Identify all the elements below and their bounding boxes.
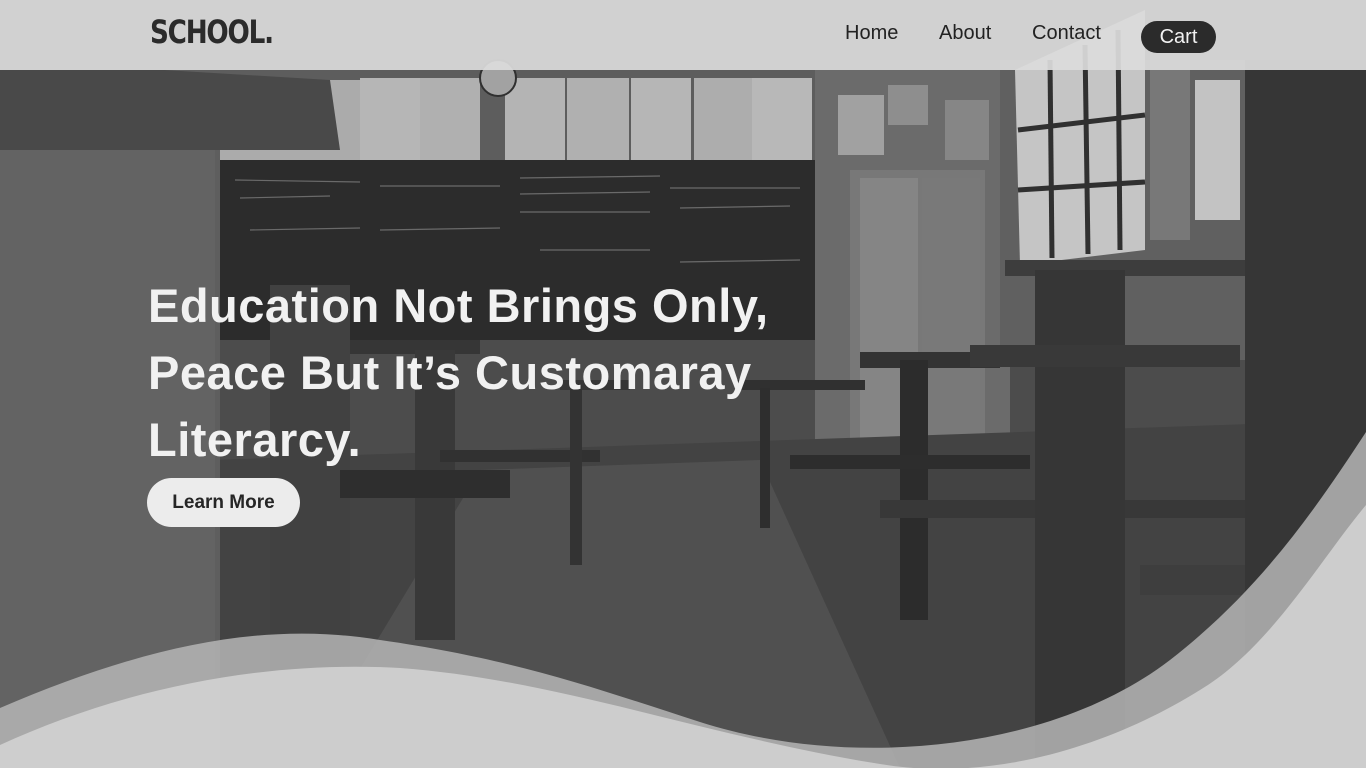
- hero-headline: Education Not Brings Only, Peace But It’…: [148, 272, 868, 473]
- nav-about-link[interactable]: About: [939, 22, 991, 45]
- hero-headline-line-1: Education Not Brings Only,: [148, 279, 769, 332]
- hero-section: SCHOOL. Home About Contact Cart Educatio…: [0, 0, 1366, 768]
- hero-headline-line-3: Literarcy.: [148, 413, 362, 466]
- learn-more-button[interactable]: Learn More: [147, 478, 300, 527]
- top-navbar: SCHOOL. Home About Contact Cart: [0, 0, 1366, 70]
- school-logo[interactable]: SCHOOL.: [150, 13, 274, 51]
- nav-contact-link[interactable]: Contact: [1032, 22, 1101, 45]
- hero-headline-line-2: Peace But It’s Customaray: [148, 346, 752, 399]
- nav-home-link[interactable]: Home: [845, 22, 898, 45]
- cart-button[interactable]: Cart: [1141, 21, 1216, 53]
